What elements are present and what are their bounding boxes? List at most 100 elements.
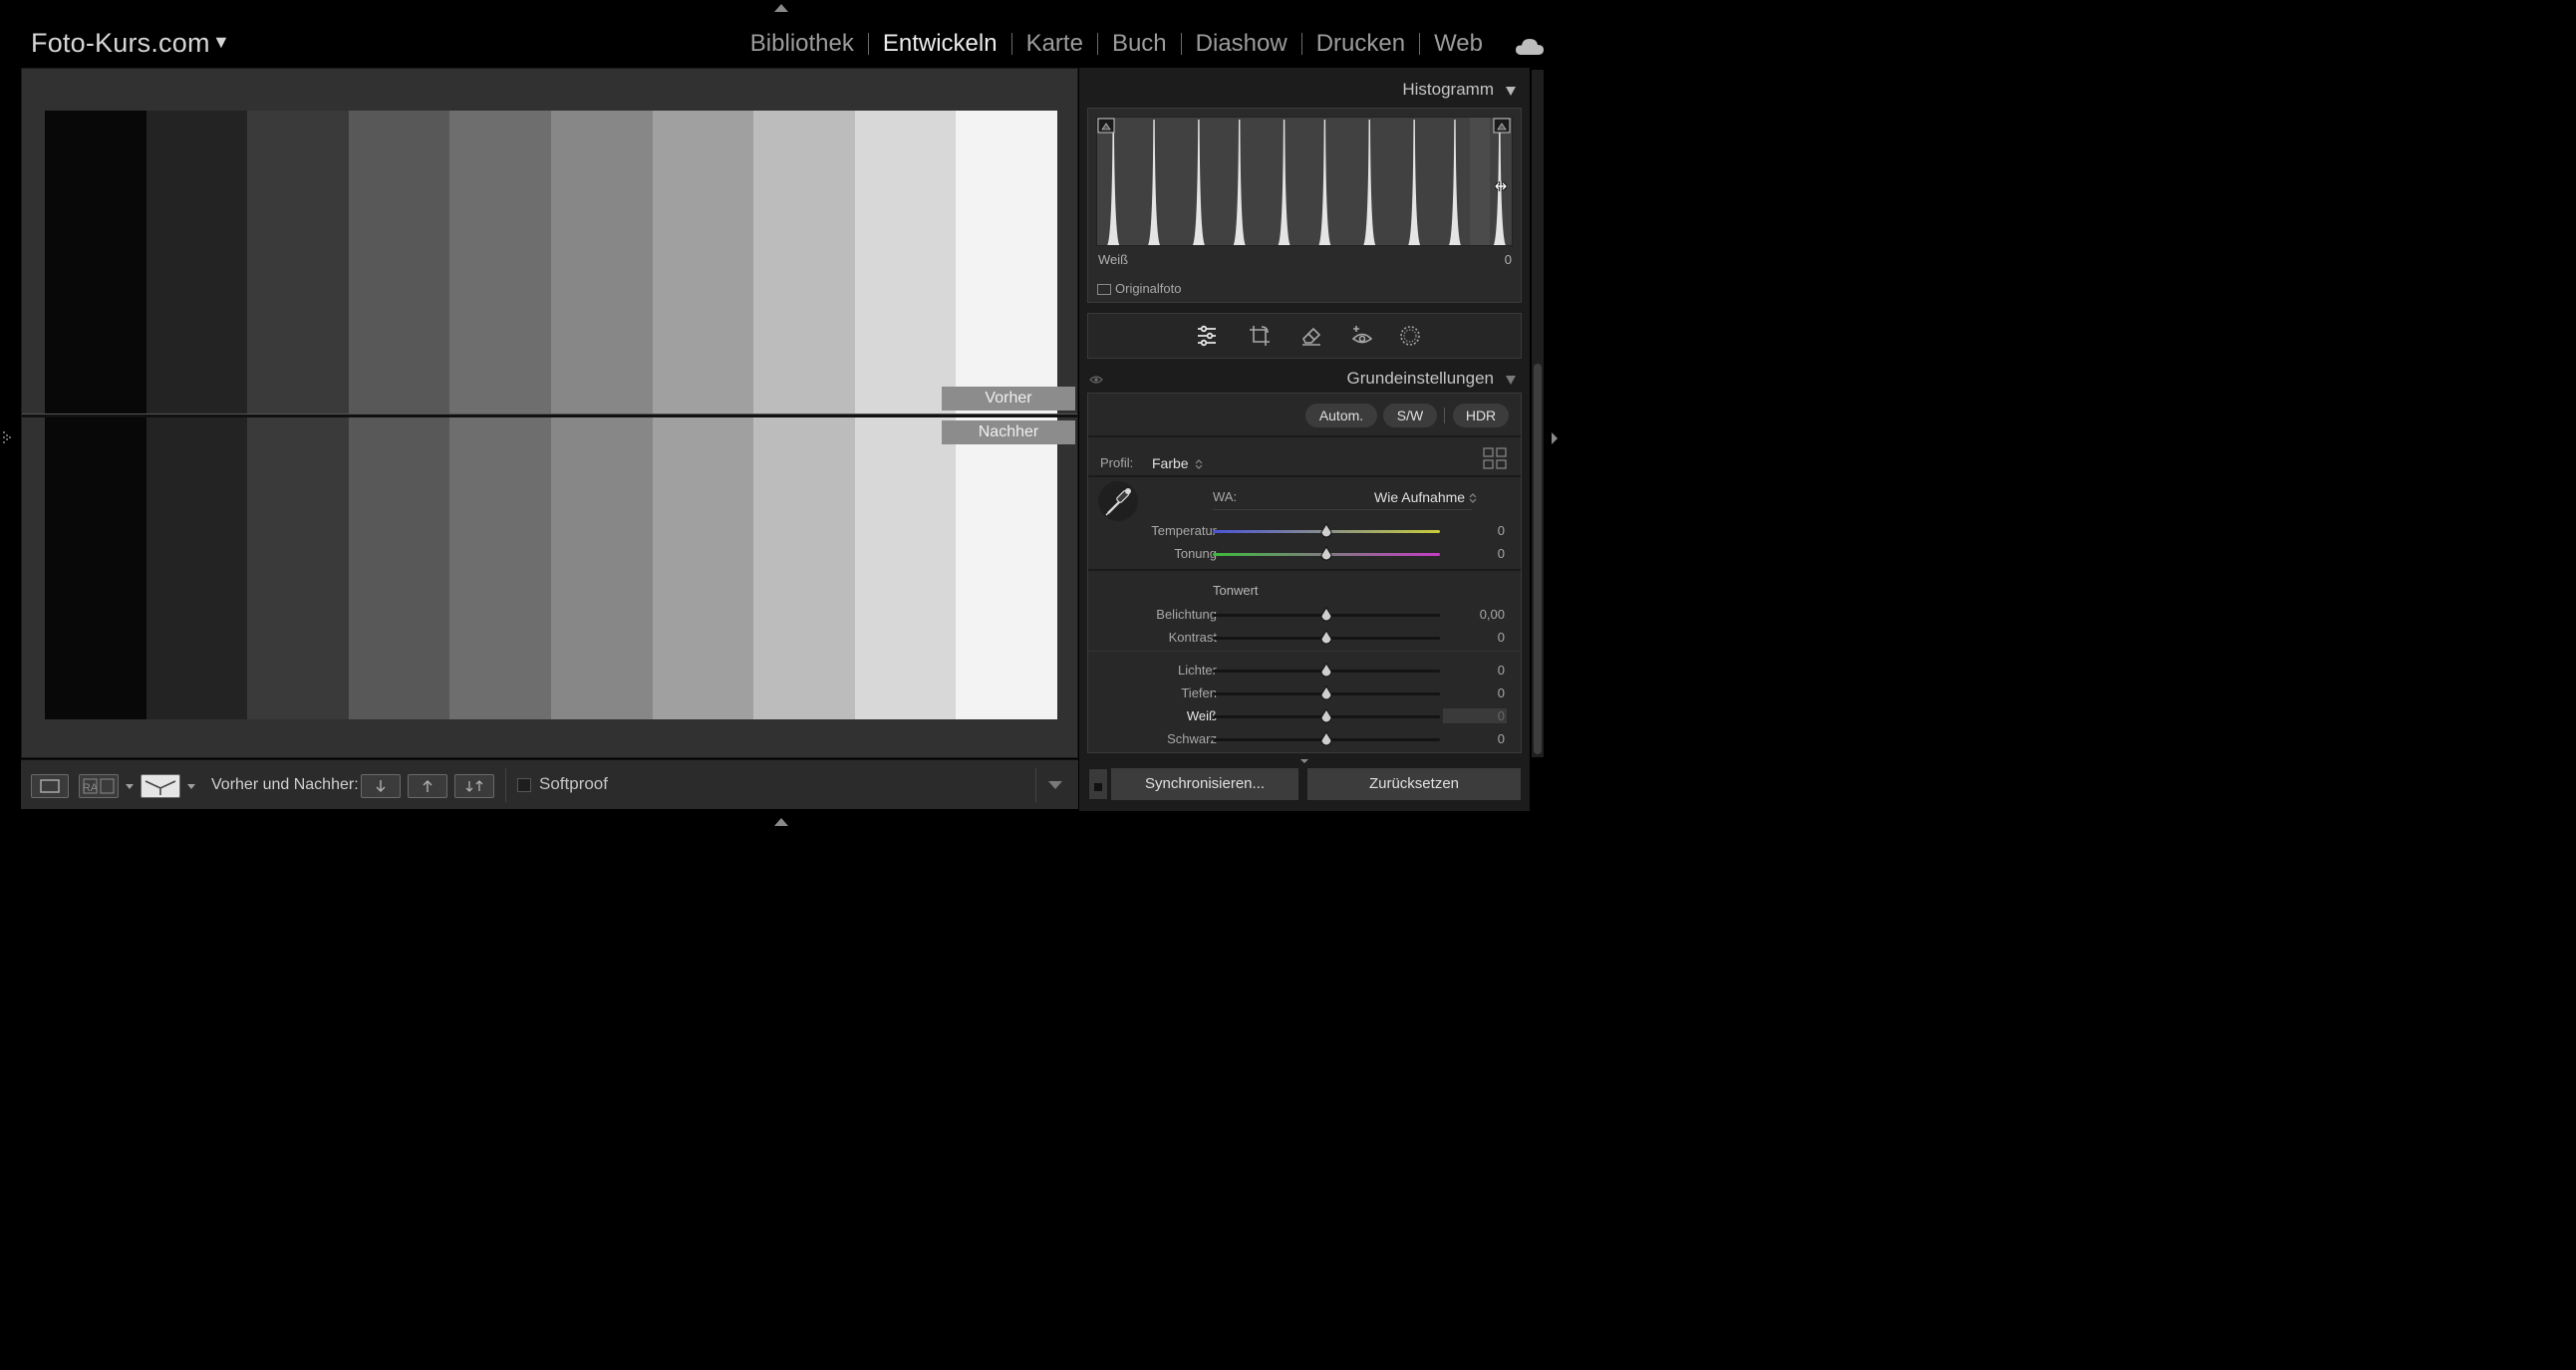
bw-button[interactable]: S/W [1383, 404, 1437, 427]
sync-button[interactable]: Synchronisieren... [1110, 767, 1299, 801]
identity-plate-dropdown-icon[interactable]: ▼ [212, 32, 230, 53]
slider-thumb[interactable] [1319, 708, 1333, 726]
slider-label: Tiefen [1181, 685, 1217, 700]
white-balance-eyedropper-icon[interactable] [1098, 481, 1138, 521]
profile-select[interactable]: Farbe [1152, 455, 1189, 471]
basic-panel-header[interactable]: Grundeinstellungen [1087, 361, 1522, 397]
right-panel-scrollbar[interactable] [1532, 70, 1544, 757]
slider-value[interactable]: 0,00 [1443, 607, 1507, 622]
copy-after-to-before-button[interactable] [408, 774, 447, 798]
gray-strip [45, 111, 146, 413]
slider-value[interactable]: 0 [1443, 708, 1507, 723]
toolbar-content-menu-icon[interactable] [1048, 781, 1062, 789]
original-photo-label[interactable]: Originalfoto [1115, 281, 1181, 296]
slider-thumb[interactable] [1319, 685, 1333, 703]
top-panel-toggle-arrow[interactable] [774, 4, 788, 12]
after-image[interactable] [45, 417, 1057, 719]
view-mode-dropdown-icon[interactable] [126, 784, 134, 789]
ra-label: RA [83, 782, 99, 794]
tool-strip [1087, 313, 1522, 359]
swap-before-after-button[interactable] [454, 774, 494, 798]
module-diashow[interactable]: Diashow [1182, 30, 1301, 58]
gray-strip [145, 111, 248, 413]
softproof-label[interactable]: Softproof [539, 774, 608, 794]
highlights-slider[interactable]: Lichter 0 [1088, 661, 1521, 683]
module-buch[interactable]: Buch [1098, 30, 1181, 58]
loupe-view-button[interactable] [31, 774, 69, 798]
copy-before-to-after-button[interactable] [361, 774, 401, 798]
slider-value[interactable]: 0 [1443, 630, 1507, 645]
cloud-icon[interactable] [1515, 35, 1545, 55]
split-mode-dropdown-icon[interactable] [187, 784, 195, 789]
slider-thumb[interactable] [1319, 663, 1333, 681]
panel-visibility-eye-icon[interactable] [1089, 372, 1103, 384]
histogram-title: Histogramm [1402, 80, 1494, 99]
module-bibliothek[interactable]: Bibliothek [736, 30, 868, 58]
hdr-button[interactable]: HDR [1453, 404, 1509, 427]
module-drucken[interactable]: Drucken [1302, 30, 1419, 58]
temperature-slider[interactable]: Temperatur 0 [1088, 521, 1521, 543]
gray-strip [956, 111, 1057, 413]
slider-thumb[interactable] [1319, 630, 1333, 648]
slider-value[interactable]: 0 [1443, 731, 1507, 746]
slider-label: Schwarz [1167, 731, 1217, 746]
slider-thumb[interactable] [1319, 731, 1333, 749]
highlight-clipping-icon[interactable] [1493, 118, 1511, 134]
filmstrip-toggle-arrow[interactable] [774, 818, 788, 826]
tint-slider[interactable]: Tonung 0 [1088, 544, 1521, 566]
slider-value[interactable]: 0 [1443, 685, 1507, 700]
profile-dropdown-icon[interactable] [1195, 457, 1203, 469]
red-eye-icon[interactable] [1350, 324, 1374, 348]
reset-button[interactable]: Zurücksetzen [1306, 767, 1522, 801]
before-after-view-button[interactable]: RA [79, 774, 119, 798]
white-balance-dropdown-icon[interactable] [1469, 491, 1477, 503]
gray-strip [348, 111, 450, 413]
histogram-peak [1408, 120, 1421, 245]
softproof-checkbox[interactable] [517, 778, 531, 792]
shadow-clipping-icon[interactable] [1097, 118, 1115, 134]
module-entwickeln[interactable]: Entwickeln [869, 30, 1011, 58]
crop-icon[interactable] [1248, 324, 1272, 348]
module-web[interactable]: Web [1420, 30, 1497, 58]
auto-button[interactable]: Autom. [1305, 404, 1377, 427]
shadows-slider[interactable]: Tiefen 0 [1088, 684, 1521, 705]
collapse-triangle-icon[interactable] [1506, 87, 1516, 96]
white-balance-select[interactable]: Wie Aufnahme [1374, 489, 1465, 505]
slider-value[interactable]: 0 [1443, 663, 1507, 678]
contrast-slider[interactable]: Kontrast 0 [1088, 628, 1521, 650]
slider-value[interactable]: 0 [1443, 546, 1507, 561]
slider-label: Lichter [1177, 663, 1217, 678]
before-label: Vorher [942, 387, 1075, 411]
section-divider [1088, 569, 1521, 571]
right-panel-toggle-arrow[interactable] [1552, 432, 1558, 444]
left-panel-toggle-icon[interactable] [3, 429, 11, 445]
histogram-graph[interactable] [1096, 117, 1513, 246]
histogram-info-value: 0 [1504, 252, 1512, 267]
histogram-peak [1363, 120, 1376, 245]
healing-eraser-icon[interactable] [1299, 324, 1323, 348]
original-photo-checkbox[interactable] [1097, 284, 1111, 295]
slider-thumb[interactable] [1319, 523, 1333, 541]
masking-icon[interactable] [1398, 324, 1422, 348]
whites-slider[interactable]: Weiß 0 [1088, 706, 1521, 728]
before-image[interactable] [45, 111, 1057, 413]
slider-label: Kontrast [1168, 630, 1217, 645]
identity-plate[interactable]: Foto-Kurs.com [31, 28, 210, 59]
auto-sync-toggle[interactable] [1088, 768, 1108, 800]
gray-strip [449, 417, 551, 719]
scrollbar-thumb[interactable] [1534, 364, 1542, 754]
split-view-button[interactable] [141, 774, 180, 798]
slider-thumb[interactable] [1319, 607, 1333, 625]
slider-label: Temperatur [1151, 523, 1217, 538]
slider-thumb[interactable] [1319, 546, 1333, 564]
module-karte[interactable]: Karte [1012, 30, 1097, 58]
gray-strip [753, 111, 855, 413]
gray-strip [652, 417, 754, 719]
develop-sliders-icon[interactable] [1195, 324, 1219, 348]
histogram-header[interactable]: Histogramm [1087, 72, 1522, 108]
slider-value[interactable]: 0 [1443, 523, 1507, 538]
exposure-slider[interactable]: Belichtung 0,00 [1088, 605, 1521, 627]
blacks-slider[interactable]: Schwarz 0 [1088, 729, 1521, 751]
collapse-triangle-icon[interactable] [1506, 376, 1516, 385]
profile-browser-grid-icon[interactable] [1483, 447, 1507, 469]
